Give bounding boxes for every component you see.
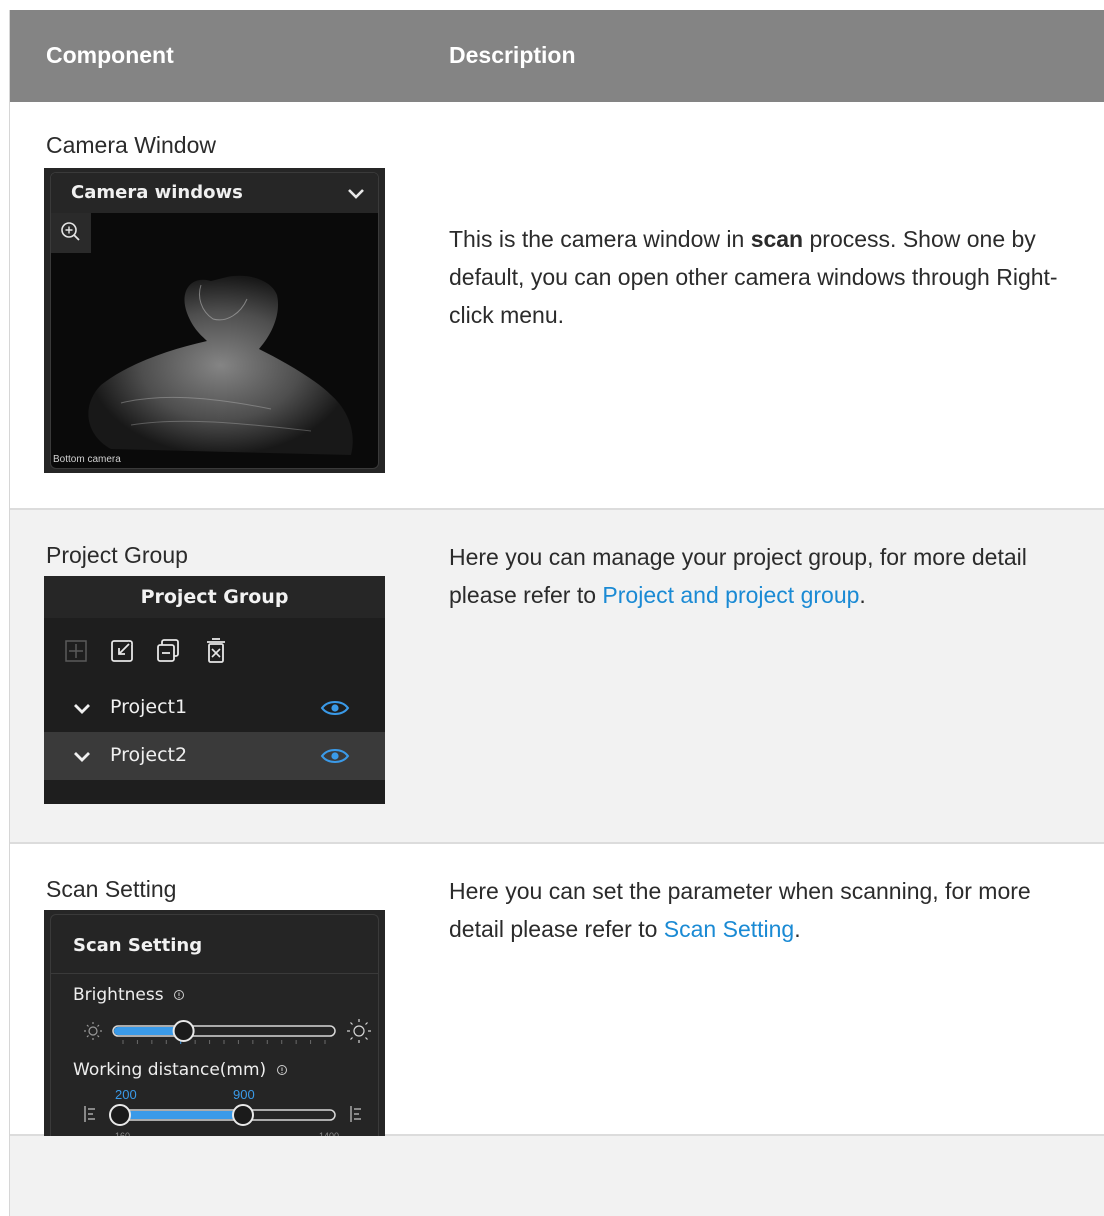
add-project-icon[interactable] (65, 640, 87, 662)
project-name: Project1 (110, 696, 188, 718)
project-name: Project2 (110, 744, 188, 766)
distance-far-icon (350, 1106, 361, 1122)
project-group-body: Project1 Project2 (44, 618, 385, 804)
project-group-title: Project Group (44, 576, 385, 618)
brightness-low-icon (84, 1022, 102, 1040)
info-icon[interactable] (276, 1064, 288, 1076)
brightness-ticks (122, 1040, 326, 1044)
zoom-in-icon (61, 222, 80, 241)
project-group-screenshot: Project Group Project1 Project2 (44, 576, 385, 804)
distance-high-thumb[interactable] (232, 1104, 254, 1126)
header-component: Component (46, 42, 174, 68)
component-name: Project Group (46, 542, 188, 568)
component-table: Component Description Camera Window Came… (9, 10, 1104, 1216)
working-distance-label-text: Working distance(mm) (73, 1060, 267, 1080)
table-row: Scan Setting Scan Setting Brightness Wor… (10, 844, 1104, 1150)
project-group-link[interactable]: Project and project group (602, 582, 859, 608)
description-bold: scan (750, 226, 804, 252)
component-description: Here you can set the parameter when scan… (449, 872, 1089, 948)
distance-track-fill (119, 1111, 243, 1119)
scan-setting-frame: Scan Setting Brightness Working distance… (50, 914, 379, 1150)
working-distance-label: Working distance(mm) (73, 1060, 288, 1080)
header-description: Description (449, 42, 576, 68)
component-name: Camera Window (46, 132, 216, 158)
table-header: Component Description (10, 10, 1104, 102)
remove-project-icon[interactable] (157, 639, 179, 662)
distance-near-icon (84, 1106, 95, 1122)
component-description: Here you can manage your project group, … (449, 538, 1089, 614)
camera-window-header: Camera windows (51, 173, 378, 213)
delete-icon[interactable] (207, 638, 225, 663)
project-list-item-selected[interactable]: Project2 (44, 732, 385, 780)
brightness-label-text: Brightness (73, 985, 164, 1005)
eye-icon[interactable] (320, 746, 350, 766)
component-name: Scan Setting (46, 876, 177, 902)
brightness-label: Brightness (73, 985, 185, 1005)
table-row (10, 1136, 1104, 1216)
brightness-thumb[interactable] (172, 1020, 195, 1042)
scan-setting-screenshot: Scan Setting Brightness Working distance… (44, 910, 385, 1150)
eye-icon[interactable] (320, 698, 350, 718)
table-row: Project Group Project Group Project1 Pro… (10, 510, 1104, 844)
info-icon[interactable] (173, 989, 185, 1001)
scan-setting-title: Scan Setting (73, 935, 203, 956)
project-group-toolbar (65, 638, 225, 663)
distance-low-thumb[interactable] (109, 1104, 131, 1126)
zoom-button[interactable] (51, 213, 91, 253)
camera-window-title: Camera windows (71, 182, 243, 203)
description-text: This is the camera window in (449, 226, 751, 252)
camera-window-frame: Camera windows Bottom camera (50, 172, 379, 469)
import-icon[interactable] (111, 640, 133, 662)
working-distance-slider[interactable] (51, 1099, 380, 1129)
brightness-high-icon (347, 1019, 371, 1043)
scan-setting-link[interactable]: Scan Setting (664, 916, 794, 942)
chevron-down-icon[interactable] (72, 702, 92, 716)
table-row: Camera Window Camera windows Bottom came… (10, 102, 1104, 510)
chevron-down-icon[interactable] (346, 187, 366, 201)
component-description: This is the camera window in scan proces… (449, 220, 1089, 334)
camera-caption: Bottom camera (53, 454, 121, 465)
description-text: . (794, 916, 801, 942)
brightness-slider[interactable] (51, 1013, 380, 1053)
description-text: . (859, 582, 866, 608)
camera-point-cloud-image (88, 275, 353, 455)
chevron-down-icon[interactable] (72, 750, 92, 764)
camera-window-screenshot: Camera windows Bottom camera (44, 168, 385, 473)
divider (51, 973, 378, 974)
project-list-item[interactable]: Project1 (44, 684, 385, 732)
